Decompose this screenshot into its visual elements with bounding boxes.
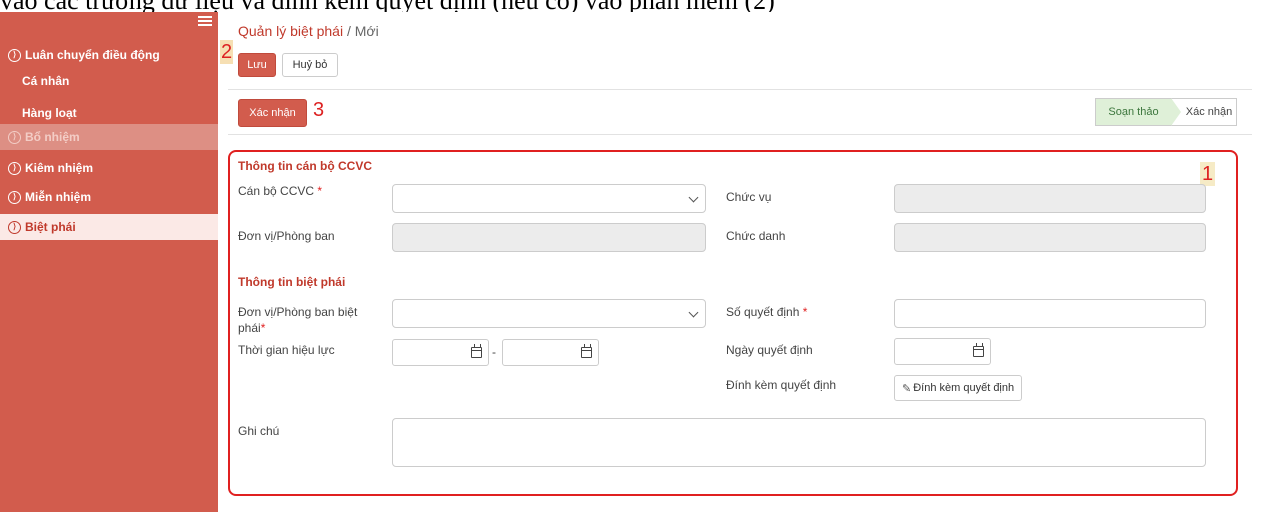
- so-quyet-dinh-label: Số quyết định *: [726, 304, 807, 320]
- calendar-icon[interactable]: [471, 344, 482, 358]
- divider: [228, 134, 1252, 135]
- annotation-marker-2: 2: [220, 40, 234, 64]
- attach-decision-button[interactable]: ✎ Đính kèm quyết định: [894, 375, 1023, 401]
- can-bo-label-text: Cán bộ CCVC: [238, 184, 315, 198]
- chuc-danh-field[interactable]: [894, 223, 1206, 252]
- annotation-marker-1: 1: [1200, 162, 1216, 186]
- breadcrumb: Quản lý biệt phái / Mới: [238, 23, 379, 39]
- can-bo-select[interactable]: [392, 184, 706, 213]
- document-icon: ⟩: [8, 190, 21, 204]
- ghi-chu-label: Ghi chú: [238, 424, 280, 438]
- chuc-vu-field[interactable]: [894, 184, 1206, 213]
- breadcrumb-parent[interactable]: Quản lý biệt phái: [238, 23, 343, 39]
- status-steps: Soạn thảo Xác nhận: [1095, 98, 1237, 126]
- breadcrumb-current: Mới: [354, 23, 379, 39]
- sidebar-item-label: Biệt phái: [25, 220, 76, 234]
- confirm-button[interactable]: Xác nhận: [238, 99, 307, 127]
- save-button[interactable]: Lưu: [238, 53, 276, 77]
- chevron-down-icon: [688, 192, 699, 203]
- date-from-input[interactable]: [392, 339, 489, 366]
- ngay-quyet-dinh-label: Ngày quyết định: [726, 343, 813, 357]
- sidebar-item-luan-chuyen[interactable]: ⟩ Luân chuyển điều động: [0, 42, 218, 68]
- sidebar-item-biet-phai[interactable]: ⟩ Biệt phái: [0, 214, 218, 240]
- sidebar: ⟩ Luân chuyển điều động Cá nhân Hàng loạ…: [0, 12, 218, 512]
- ngay-quyet-dinh-input[interactable]: [894, 338, 991, 365]
- divider: [228, 89, 1252, 90]
- sidebar-item-label: Cá nhân: [22, 74, 70, 88]
- attach-button-label: Đính kèm quyết định: [913, 382, 1015, 394]
- don-vi-biet-phai-label: Đơn vị/Phòng ban biệt phái*: [238, 304, 378, 336]
- sidebar-item-kiem-nhiem[interactable]: ⟩ Kiêm nhiệm: [0, 155, 218, 181]
- so-quyet-dinh-label-text: Số quyết định: [726, 305, 800, 319]
- section-title-can-bo: Thông tin cán bộ CCVC: [238, 159, 372, 173]
- so-quyet-dinh-input[interactable]: [894, 299, 1206, 328]
- sidebar-item-label: Luân chuyển điều động: [25, 48, 160, 62]
- menu-toggle-icon[interactable]: [198, 16, 212, 26]
- don-vi-field[interactable]: [392, 223, 706, 252]
- document-icon: ⟩: [8, 130, 21, 144]
- sidebar-item-label: Bổ nhiệm: [25, 130, 80, 144]
- date-range-separator: -: [492, 345, 496, 359]
- thoi-gian-label: Thời gian hiệu lực: [238, 343, 335, 357]
- don-vi-biet-phai-select[interactable]: [392, 299, 706, 328]
- ghi-chu-textarea[interactable]: [392, 418, 1206, 467]
- required-mark: *: [317, 184, 323, 198]
- sidebar-item-mien-nhiem[interactable]: ⟩ Miễn nhiệm: [0, 184, 218, 210]
- dinh-kem-label: Đính kèm quyết định: [726, 378, 837, 392]
- document-icon: ⟩: [8, 220, 21, 234]
- sidebar-item-bo-nhiem[interactable]: ⟩ Bổ nhiệm: [0, 124, 218, 150]
- don-vi-biet-phai-label-text: Đơn vị/Phòng ban biệt phái: [238, 305, 358, 335]
- sidebar-item-hang-loat[interactable]: Hàng loạt: [0, 100, 218, 126]
- calendar-icon[interactable]: [581, 344, 592, 358]
- sidebar-item-label: Miễn nhiệm: [25, 190, 92, 204]
- cropped-caption-text: vào các trường dữ liệu và đính kèm quyết…: [0, 0, 1262, 12]
- sidebar-item-label: Kiêm nhiệm: [25, 161, 94, 175]
- section-title-biet-phai: Thông tin biệt phái: [238, 275, 346, 289]
- date-to-input[interactable]: [502, 339, 599, 366]
- annotation-marker-3: 3: [313, 99, 325, 121]
- can-bo-label: Cán bộ CCVC *: [238, 183, 322, 199]
- don-vi-label: Đơn vị/Phòng ban: [238, 229, 335, 243]
- paperclip-icon: ✎: [902, 382, 912, 395]
- required-mark: *: [802, 305, 808, 319]
- document-icon: ⟩: [8, 48, 21, 62]
- chuc-vu-label: Chức vụ: [726, 190, 772, 204]
- chevron-down-icon: [688, 307, 699, 318]
- step-soan-thao: Soạn thảo: [1095, 98, 1181, 126]
- chuc-danh-label: Chức danh: [726, 229, 786, 243]
- required-mark: *: [260, 321, 266, 335]
- cancel-button[interactable]: Huỷ bỏ: [282, 53, 338, 77]
- sidebar-item-label: Hàng loạt: [22, 106, 77, 120]
- sidebar-item-ca-nhan[interactable]: Cá nhân: [0, 68, 218, 94]
- breadcrumb-separator: /: [343, 23, 355, 39]
- document-icon: ⟩: [8, 161, 21, 175]
- calendar-icon[interactable]: [973, 343, 984, 357]
